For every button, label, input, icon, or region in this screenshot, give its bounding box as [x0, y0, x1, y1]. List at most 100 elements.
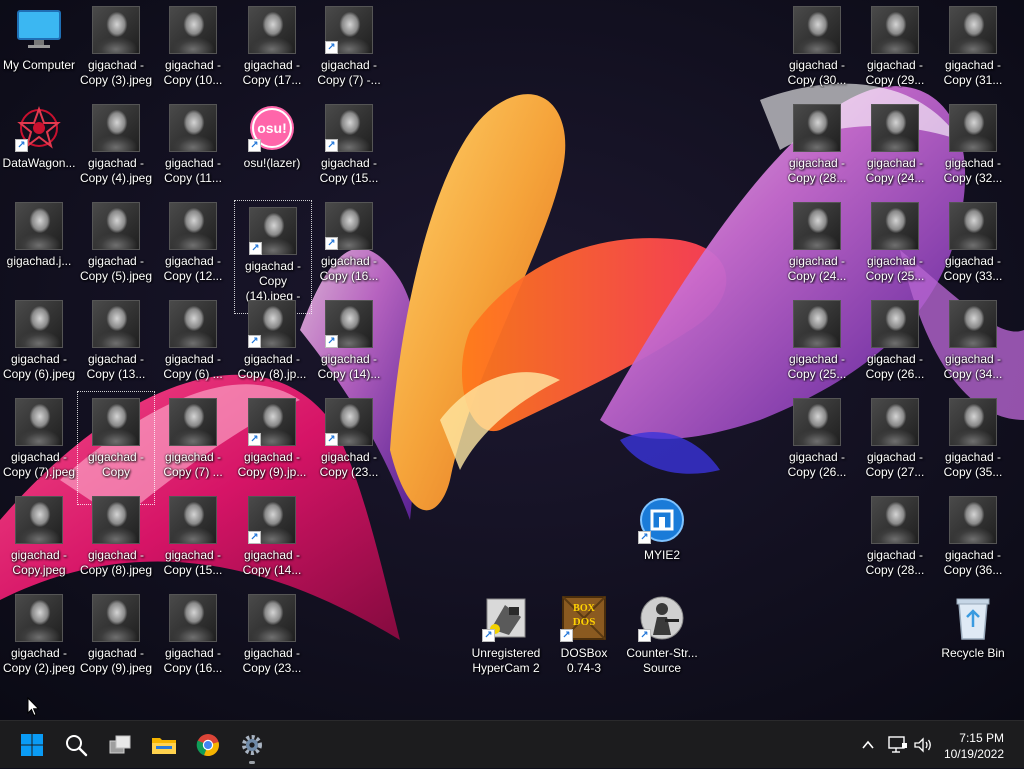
icon-label: gigachad - Copy (16... [319, 254, 379, 283]
volume-button[interactable] [913, 721, 933, 769]
start-button[interactable] [12, 725, 52, 765]
desktop-icon-g-c17[interactable]: gigachad - Copy (17... [234, 0, 310, 96]
desktop-icon-g-copy-sel[interactable]: gigachad - Copy [77, 391, 155, 505]
icon-image [793, 202, 841, 250]
desktop-icon-gigachad-j[interactable]: gigachad.j... [1, 196, 77, 292]
desktop-icon-g-c26[interactable]: gigachad - Copy (26... [779, 392, 855, 488]
icon-image [15, 496, 63, 544]
desktop-icon-g-c10[interactable]: gigachad - Copy (10... [155, 0, 231, 96]
image-thumbnail [92, 202, 140, 250]
shortcut-arrow-icon: ↗ [482, 629, 495, 642]
desktop-icon-dosbox[interactable]: BOX DOS ↗ DOSBox 0.74-3 [546, 588, 622, 684]
image-thumbnail [871, 300, 919, 348]
icon-label: gigachad - Copy (29... [865, 58, 925, 87]
computer-monitor-icon [17, 10, 61, 48]
icon-image: ↗ [325, 202, 373, 250]
desktop-icon-g-c8jp[interactable]: ↗ gigachad - Copy (8).jp... [234, 294, 310, 390]
network-button[interactable] [888, 721, 908, 769]
desktop-icon-g-c11[interactable]: gigachad - Copy (11... [155, 98, 231, 194]
desktop-icon-my-computer[interactable]: My Computer [1, 0, 77, 96]
task-view-icon [109, 735, 131, 754]
desktop-icon-g-c33[interactable]: gigachad - Copy (33... [935, 196, 1011, 292]
icon-image [92, 594, 140, 642]
icon-label: gigachad - Copy (31... [943, 58, 1003, 87]
search-button[interactable] [56, 725, 96, 765]
task-view-button[interactable] [100, 725, 140, 765]
desktop-icon-myie2[interactable]: ↗ MYIE2 [624, 490, 700, 586]
desktop-icon-g-c31[interactable]: gigachad - Copy (31... [935, 0, 1011, 96]
icon-label: gigachad - Copy (14)... [317, 352, 381, 381]
desktop-icon-g-c32[interactable]: gigachad - Copy (32... [935, 98, 1011, 194]
desktop-icon-recycle-bin[interactable]: Recycle Bin [935, 588, 1011, 684]
icon-label: gigachad - Copy (3).jpeg [79, 58, 153, 87]
tray-overflow-button[interactable] [860, 721, 876, 769]
icon-image [793, 104, 841, 152]
icon-image [169, 104, 217, 152]
desktop-icon-g-c36[interactable]: gigachad - Copy (36... [935, 490, 1011, 586]
desktop-icon-g-c24b[interactable]: gigachad - Copy (24... [857, 98, 933, 194]
desktop-icon-g-c4[interactable]: gigachad - Copy (4).jpeg [78, 98, 154, 194]
icon-image [949, 398, 997, 446]
desktop-icon-g-c12[interactable]: gigachad - Copy (12... [155, 196, 231, 292]
desktop-icon-g-c7s[interactable]: gigachad - Copy (7) ... [155, 392, 231, 488]
icon-image [92, 104, 140, 152]
desktop-icon-g-c13[interactable]: gigachad - Copy (13... [78, 294, 154, 390]
icon-image [169, 398, 217, 446]
desktop-icon-g-copy[interactable]: gigachad - Copy.jpeg [1, 490, 77, 586]
shortcut-arrow-icon: ↗ [249, 242, 262, 255]
icon-image [793, 6, 841, 54]
icon-label: osu!(lazer) [243, 156, 301, 170]
desktop-icon-g-c14c[interactable]: ↗ gigachad - Copy (14)... [311, 294, 387, 390]
taskbar-clock[interactable]: 7:15 PM 10/19/2022 [944, 730, 1004, 762]
desktop-icon-g-c14b[interactable]: ↗ gigachad - Copy (14... [234, 490, 310, 586]
desktop-icon-g-c7-dash[interactable]: ↗ gigachad - Copy (7) -... [311, 0, 387, 96]
desktop-icon-g-c7[interactable]: gigachad - Copy (7).jpeg [1, 392, 77, 488]
desktop-icon-g-c9jp[interactable]: ↗ gigachad - Copy (9).jp... [234, 392, 310, 488]
desktop-icon-g-c30[interactable]: gigachad - Copy (30... [779, 0, 855, 96]
desktop-icon-datawagon[interactable]: ↗ DataWagon... [1, 98, 77, 194]
desktop-icon-g-c25b[interactable]: gigachad - Copy (25... [857, 196, 933, 292]
clock-date: 10/19/2022 [943, 747, 1004, 761]
desktop-icon-g-c15b[interactable]: ↗ gigachad - Copy (15... [311, 98, 387, 194]
desktop-icon-g-c35[interactable]: gigachad - Copy (35... [935, 392, 1011, 488]
icon-image [169, 496, 217, 544]
desktop-icon-g-c28b[interactable]: gigachad - Copy (28... [857, 490, 933, 586]
desktop-icon-g-c6s[interactable]: gigachad - Copy (6) ... [155, 294, 231, 390]
desktop-icon-hypercam[interactable]: ↗ Unregistered HyperCam 2 [468, 588, 544, 684]
desktop-icon-g-c16[interactable]: gigachad - Copy (16... [155, 588, 231, 684]
settings-button[interactable] [232, 725, 272, 765]
desktop-icon-g-c24[interactable]: gigachad - Copy (24... [779, 196, 855, 292]
desktop-icon-g-c3[interactable]: gigachad - Copy (3).jpeg [78, 0, 154, 96]
desktop-icon-g-c28[interactable]: gigachad - Copy (28... [779, 98, 855, 194]
desktop-icon-g-c23b[interactable]: ↗ gigachad - Copy (23... [311, 392, 387, 488]
image-thumbnail [793, 104, 841, 152]
desktop-icon-g-c26b[interactable]: gigachad - Copy (26... [857, 294, 933, 390]
icon-image: osu! ↗ [248, 104, 296, 152]
icon-label: gigachad - Copy (27... [865, 450, 925, 479]
desktop-icon-g-c23[interactable]: gigachad - Copy (23... [234, 588, 310, 684]
chrome-button[interactable] [188, 725, 228, 765]
desktop-icon-g-c2[interactable]: gigachad - Copy (2).jpeg [1, 588, 77, 684]
desktop-icon-g-c15[interactable]: gigachad - Copy (15... [155, 490, 231, 586]
icon-label: gigachad - Copy (33... [943, 254, 1003, 283]
desktop-icon-g-c8[interactable]: gigachad - Copy (8).jpeg [78, 490, 154, 586]
desktop-icon-css[interactable]: ↗ Counter-Str... Source [624, 588, 700, 684]
desktop-icon-g-c5[interactable]: gigachad - Copy (5).jpeg [78, 196, 154, 292]
icon-image [871, 6, 919, 54]
desktop-icon-g-c9[interactable]: gigachad - Copy (9).jpeg [78, 588, 154, 684]
image-thumbnail [169, 594, 217, 642]
desktop-icon-g-c16b[interactable]: ↗ gigachad - Copy (16... [311, 196, 387, 292]
desktop-icon-g-c29[interactable]: gigachad - Copy (29... [857, 0, 933, 96]
image-thumbnail [92, 300, 140, 348]
desktop-icon-g-c34[interactable]: gigachad - Copy (34... [935, 294, 1011, 390]
desktop-icon-g-c25[interactable]: gigachad - Copy (25... [779, 294, 855, 390]
folder-icon [152, 738, 176, 754]
icon-image [92, 202, 140, 250]
desktop-icon-g-c6[interactable]: gigachad - Copy (6).jpeg [1, 294, 77, 390]
desktop-icon-g-c27[interactable]: gigachad - Copy (27... [857, 392, 933, 488]
desktop-icon-osu[interactable]: osu! ↗ osu!(lazer) [234, 98, 310, 194]
image-thumbnail [871, 398, 919, 446]
icon-image: ↗ [325, 104, 373, 152]
file-explorer-button[interactable] [144, 725, 184, 765]
image-thumbnail [92, 6, 140, 54]
